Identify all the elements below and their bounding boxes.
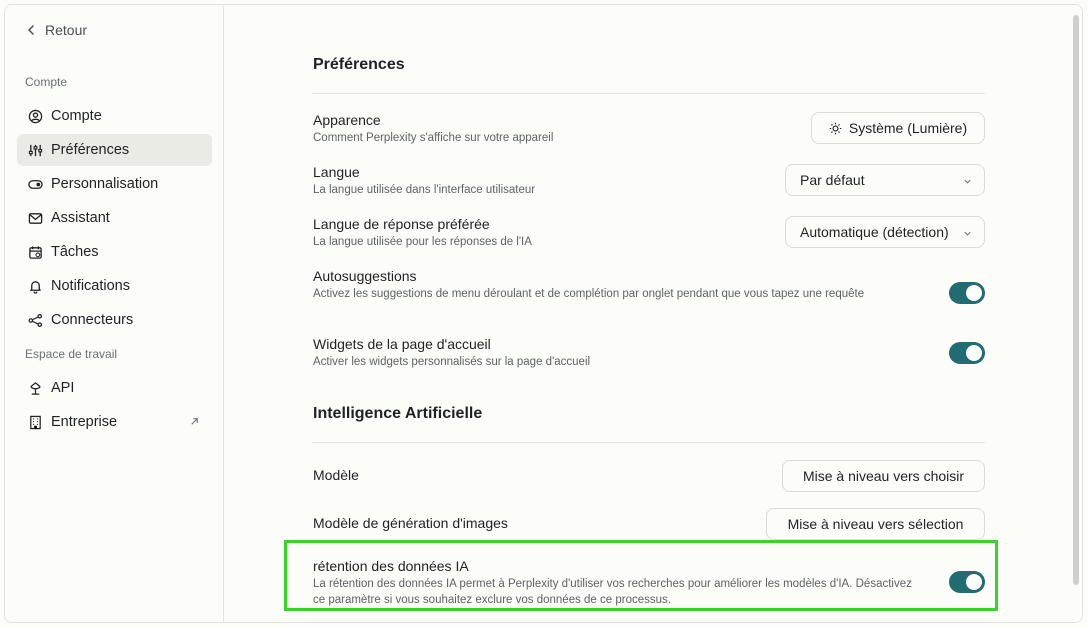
toggle-knob <box>966 285 982 301</box>
sun-icon <box>829 122 842 134</box>
sidebar-item-label: Entreprise <box>51 414 118 430</box>
model-upgrade-button[interactable]: Mise à niveau vers choisir <box>782 460 985 492</box>
appearance-value: Système (Lumière) <box>848 120 968 136</box>
language-title: Langue <box>313 164 360 180</box>
sidebar-item-label: Assistant <box>51 210 110 226</box>
api-icon <box>30 381 41 395</box>
response-language-desc: La langue utilisée pour les réponses de … <box>313 236 532 248</box>
sidebar-item-taches[interactable]: Tâches <box>17 236 212 268</box>
divider <box>313 442 985 443</box>
sidebar-item-label: Compte <box>51 108 102 124</box>
image-model-upgrade-button[interactable]: Mise à niveau vers sélection <box>766 508 985 540</box>
sidebar-item-compte[interactable]: Compte <box>17 100 212 132</box>
share-nodes-icon <box>28 313 43 327</box>
widgets-toggle[interactable] <box>949 342 985 364</box>
scrollbar[interactable] <box>1073 15 1079 585</box>
sidebar-item-connecteurs[interactable]: Connecteurs <box>17 304 212 336</box>
external-link-icon <box>191 418 198 425</box>
response-language-select[interactable]: Automatique (détection) <box>785 216 985 248</box>
back-button[interactable]: Retour <box>25 22 87 38</box>
sidebar-item-preferences[interactable]: Préférences <box>17 134 212 166</box>
toggle-icon <box>28 179 43 189</box>
sidebar-item-label: Préférences <box>51 142 130 158</box>
divider <box>313 93 985 94</box>
appearance-title: Apparence <box>313 112 381 128</box>
model-title: Modèle <box>313 467 359 483</box>
language-select[interactable]: Par défaut <box>785 164 985 196</box>
widgets-title: Widgets de la page d'accueil <box>313 336 491 352</box>
sliders-icon <box>28 144 43 156</box>
autosuggest-desc: Activez les suggestions de menu déroulan… <box>313 288 865 300</box>
chevron-down-icon <box>964 179 971 184</box>
back-label: Retour <box>45 22 88 38</box>
mail-icon <box>28 212 43 224</box>
appearance-desc: Comment Perplexity s'affiche sur votre a… <box>313 132 554 144</box>
response-language-title: Langue de réponse préférée <box>313 216 490 232</box>
toggle-knob <box>966 345 982 361</box>
chevron-down-icon <box>964 231 971 236</box>
image-model-title: Modèle de génération d'images <box>313 515 508 531</box>
sidebar: Retour Compte Compte Préférences Personn… <box>5 5 224 622</box>
sidebar-item-label: Notifications <box>51 278 130 294</box>
response-language-value: Automatique (détection) <box>800 224 949 240</box>
ai-heading: Intelligence Artificielle <box>313 405 483 422</box>
appearance-button[interactable]: Système (Lumière) <box>811 112 985 144</box>
sidebar-item-label: Tâches <box>51 244 99 260</box>
retention-highlight-box <box>284 540 998 611</box>
sidebar-item-label: Personnalisation <box>51 176 159 192</box>
autosuggest-toggle[interactable] <box>949 282 985 304</box>
settings-window: Retour Compte Compte Préférences Personn… <box>4 4 1083 623</box>
calendar-icon <box>29 245 42 259</box>
main-content: Préférences Apparence Comment Perplexity… <box>224 5 1082 622</box>
language-desc: La langue utilisée dans l'interface util… <box>313 184 536 196</box>
sidebar-item-assistant[interactable]: Assistant <box>17 202 212 234</box>
building-icon <box>30 415 41 429</box>
user-circle-icon <box>28 109 43 123</box>
preferences-heading: Préférences <box>313 56 405 73</box>
language-value: Par défaut <box>800 172 865 188</box>
section-label-account: Compte <box>25 75 68 89</box>
sidebar-item-notifications[interactable]: Notifications <box>17 270 212 302</box>
sidebar-item-api[interactable]: API <box>17 372 212 404</box>
widgets-desc: Activer les widgets personnalisés sur la… <box>313 356 591 368</box>
sidebar-item-label: API <box>51 380 75 396</box>
bell-icon <box>30 280 41 294</box>
sidebar-item-label: Connecteurs <box>51 312 134 328</box>
sidebar-item-personnalisation[interactable]: Personnalisation <box>17 168 212 200</box>
autosuggest-title: Autosuggestions <box>313 268 417 284</box>
section-label-workspace: Espace de travail <box>25 347 118 361</box>
chevron-left-icon <box>28 25 34 35</box>
sidebar-item-entreprise[interactable]: Entreprise <box>17 406 212 438</box>
